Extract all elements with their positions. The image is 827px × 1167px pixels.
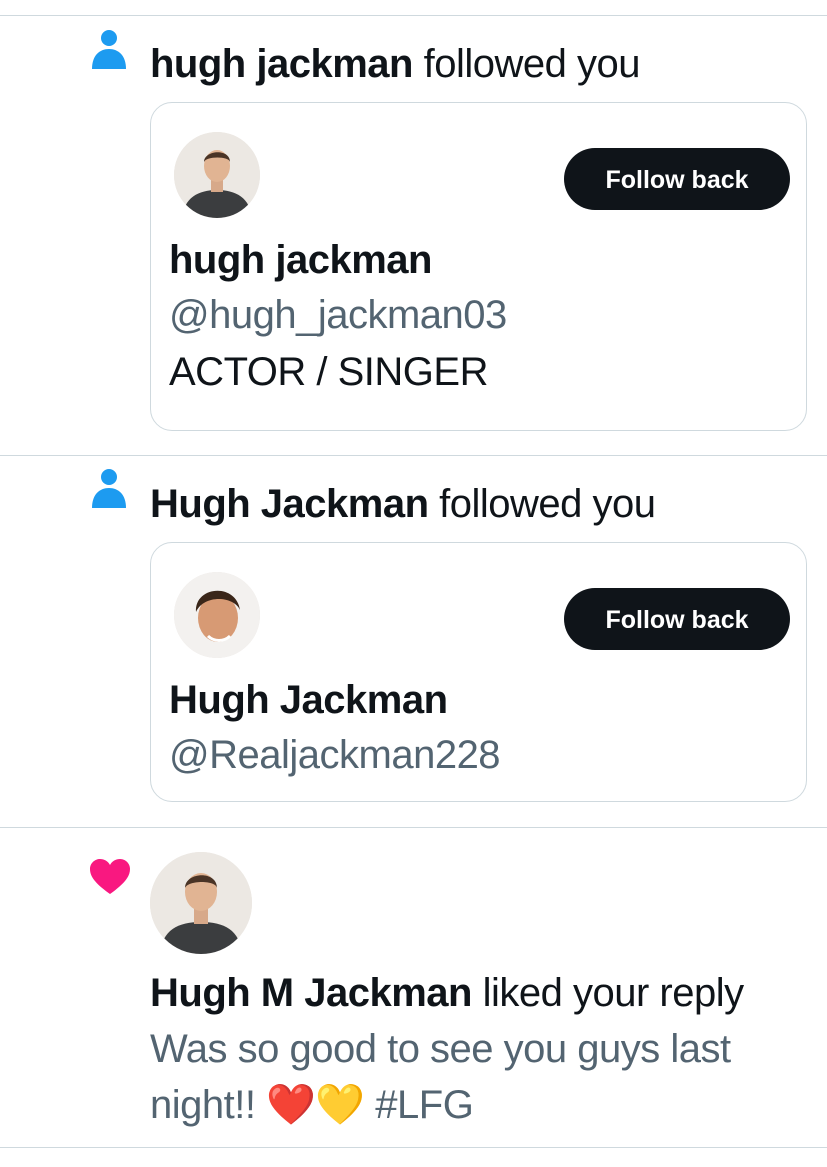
divider — [0, 455, 827, 456]
notification-headline: hugh jackman followed you — [150, 40, 640, 88]
person-icon — [88, 468, 132, 512]
user-handle[interactable]: @hugh_jackman03 — [169, 292, 507, 338]
avatar[interactable] — [174, 132, 260, 218]
notification-action: followed you — [439, 482, 656, 526]
avatar[interactable] — [150, 852, 252, 954]
display-name[interactable]: hugh jackman — [169, 237, 432, 283]
display-name[interactable]: Hugh Jackman — [169, 677, 448, 723]
bottom-divider — [0, 1147, 827, 1148]
heart-icon — [88, 856, 132, 900]
follow-back-button[interactable]: Follow back — [564, 148, 790, 210]
divider — [0, 827, 827, 828]
profile-card[interactable]: Follow back Hugh Jackman @Realjackman228 — [150, 542, 807, 802]
notification-action: liked your reply — [482, 971, 745, 1015]
profile-card[interactable]: Follow back hugh jackman @hugh_jackman03… — [150, 102, 807, 431]
follower-name[interactable]: hugh jackman — [150, 42, 413, 86]
notification-headline: Hugh Jackman followed you — [150, 480, 656, 528]
liker-name[interactable]: Hugh M Jackman — [150, 971, 472, 1015]
avatar[interactable] — [174, 572, 260, 658]
notification-action: followed you — [423, 42, 641, 86]
user-handle[interactable]: @Realjackman228 — [169, 732, 501, 778]
follower-name[interactable]: Hugh Jackman — [150, 482, 429, 526]
reply-text[interactable]: Was so good to see you guys last night!!… — [150, 1021, 810, 1133]
top-divider — [0, 15, 827, 16]
notification-headline: Hugh M Jackman liked your reply — [150, 969, 744, 1017]
follow-back-button[interactable]: Follow back — [564, 588, 790, 650]
person-icon — [88, 29, 132, 73]
user-bio: ACTOR / SINGER — [169, 350, 488, 394]
